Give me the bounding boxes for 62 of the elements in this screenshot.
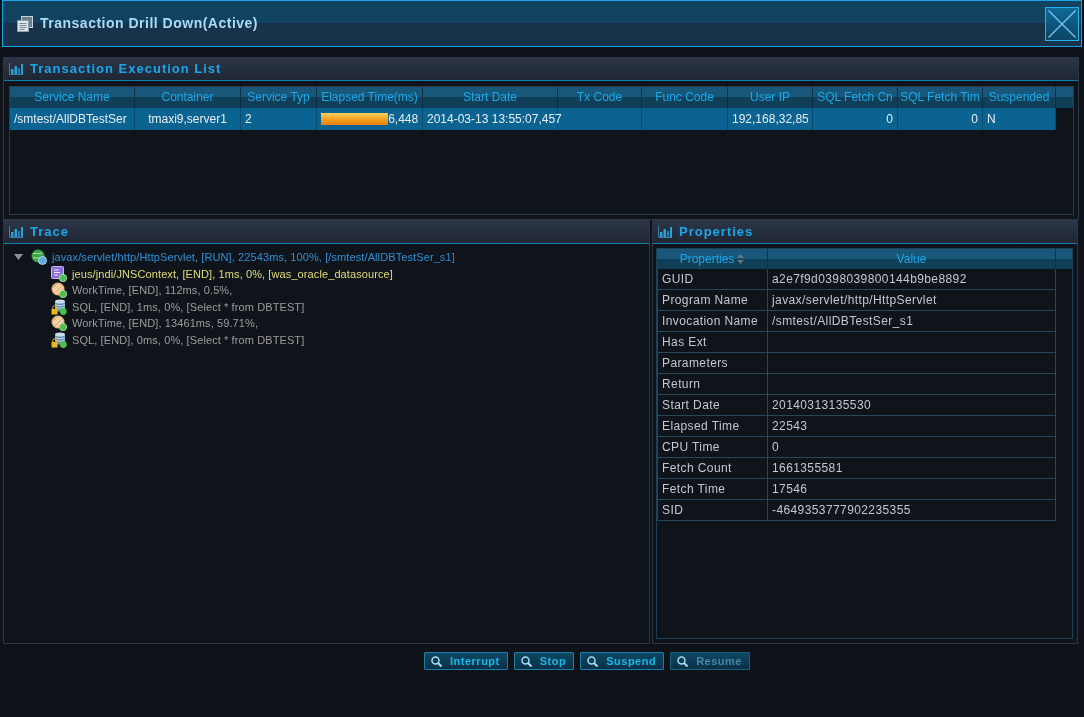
property-value: /smtest/AllDBTestSer_s1 <box>768 311 1056 331</box>
chart-icon <box>9 63 23 75</box>
database-icon <box>51 331 67 348</box>
action-button[interactable]: Suspend <box>580 652 665 670</box>
property-name: Parameters <box>657 353 768 373</box>
property-name: Return <box>657 374 768 394</box>
table-cell: 2 <box>241 108 317 130</box>
action-button[interactable]: Interrupt <box>424 652 508 670</box>
table-cell: tmaxi9,server1 <box>135 108 241 130</box>
property-value: 20140313135530 <box>768 395 1056 415</box>
close-icon <box>1048 9 1076 38</box>
elapsed-time-value: 6,448 <box>388 111 420 128</box>
chart-icon <box>658 226 672 238</box>
globe-icon <box>31 249 47 266</box>
table-row[interactable]: /smtest/AllDBTestSer tmaxi9,server1 2 6,448 2014-03-13 13:55:07,457 192,168,32,85 0 0 N <box>10 108 1056 130</box>
property-name: Start Date <box>657 395 768 415</box>
property-value: javax/servlet/http/HttpServlet <box>768 290 1056 310</box>
property-value: 0 <box>768 437 1056 457</box>
search-icon <box>677 655 689 667</box>
column-header[interactable]: Properties <box>657 249 768 269</box>
table-cell: 0 <box>898 108 983 130</box>
property-value: a2e7f9d0398039800144b9be8892 <box>768 269 1056 289</box>
close-button[interactable] <box>1045 6 1079 41</box>
property-name: Has Ext <box>657 332 768 352</box>
property-value: 17546 <box>768 479 1056 499</box>
tree-node-label[interactable]: WorkTime, [END], 112ms, 0.5%, <box>72 282 233 299</box>
property-name: GUID <box>657 269 768 289</box>
window-title: Transaction Drill Down(Active) <box>40 14 259 33</box>
property-name: Elapsed Time <box>657 416 768 436</box>
table-cell: 192,168,32,85 <box>728 108 813 130</box>
search-icon <box>431 655 443 667</box>
tree-node-label[interactable]: WorkTime, [END], 13461ms, 59.71%, <box>72 315 259 332</box>
striped-disc-icon <box>51 315 67 332</box>
property-value: 22543 <box>768 416 1056 436</box>
table-cell: 0 <box>813 108 898 130</box>
striped-disc-icon <box>51 282 67 299</box>
tree-node-label[interactable]: javax/servlet/http/HttpServlet, [RUN], 22543ms, 100%, [/smtest/AllDBTestSer_s1] <box>52 249 455 266</box>
action-button[interactable]: Stop <box>513 652 575 670</box>
property-name: Program Name <box>657 290 768 310</box>
property-value: -4649353777902235355 <box>768 500 1056 520</box>
search-icon <box>520 655 532 667</box>
property-value: 1661355581 <box>768 458 1056 478</box>
tree-node-label[interactable]: SQL, [END], 1ms, 0%, [Select * from DBTEST] <box>72 298 305 315</box>
property-name: CPU Time <box>657 437 768 457</box>
panel-title: Trace <box>30 223 69 242</box>
panel-title: Transaction Execution List <box>30 60 222 79</box>
table-cell: /smtest/AllDBTestSer <box>10 108 135 130</box>
property-name: Fetch Count <box>657 458 768 478</box>
window-icon <box>17 15 33 32</box>
panel-title: Properties <box>679 223 754 242</box>
table-cell: N <box>983 108 1056 130</box>
document-tile-icon <box>51 265 67 282</box>
property-name: SID <box>657 500 768 520</box>
property-name: Fetch Time <box>657 479 768 499</box>
database-icon <box>51 298 67 315</box>
property-name: Invocation Name <box>657 311 768 331</box>
search-icon <box>587 655 599 667</box>
expand-triangle-icon[interactable] <box>14 254 23 261</box>
chart-icon <box>9 226 23 238</box>
tree-node-label[interactable]: SQL, [END], 0ms, 0%, [Select * from DBTEST] <box>72 331 305 348</box>
tree-node-label[interactable]: jeus/jndi/JNSContext, [END], 1ms, 0%, [was_oracle_datasource] <box>72 265 393 282</box>
column-header[interactable]: Value <box>768 249 1056 269</box>
